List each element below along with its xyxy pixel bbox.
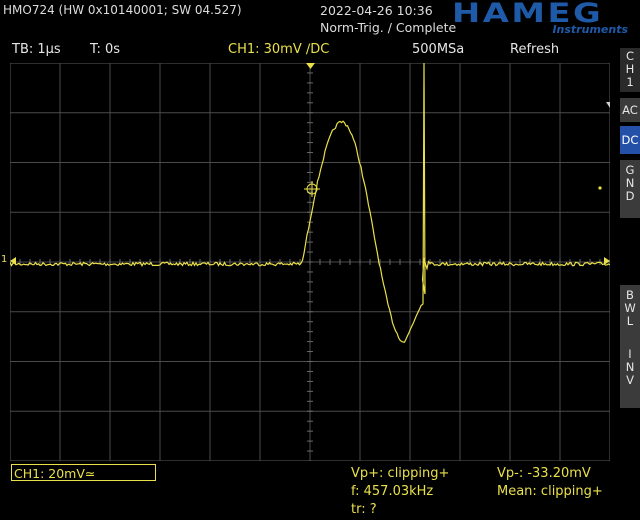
cursor-dot [598,186,602,190]
channel-scale-box[interactable]: CH1: 20mV≃ [11,464,156,481]
acquisition-mode-label[interactable]: Refresh [510,42,559,57]
datetime: 2022-04-26 10:36 [320,3,433,18]
vp-plus-measurement: Vp+: clipping+ [351,466,450,481]
brand-subtitle: Instruments [552,23,628,36]
trigger-status: Norm-Trig. / Complete [320,20,457,35]
inv-letter-v: V [626,373,634,387]
coupling-ac-button[interactable]: AC [620,98,640,122]
gnd-letter-d: D [625,189,635,203]
trigger-time-label[interactable]: T: 0s [90,42,120,57]
channel-setting-label[interactable]: CH1: 30mV ∕DC [228,42,329,57]
bandwidth-limit-button[interactable]: B W L [620,285,640,344]
coupling-dc-button[interactable]: DC [620,126,640,154]
brand-logo: HAMEG Instruments [452,0,632,36]
frequency-measurement: f: 457.03kHz [351,484,434,499]
vp-minus-measurement: Vp-: -33.20mV [497,466,591,481]
bwl-letter-l: L [626,314,634,328]
channel-indicator: C H 1 [620,48,640,92]
rise-time-measurement: tr: ? [351,502,377,517]
timebase-label[interactable]: TB: 1µs [12,42,61,57]
sample-rate-label: 500MSa [412,42,465,57]
mean-measurement: Mean: clipping+ [497,484,603,499]
invert-button[interactable]: I N V [620,344,640,408]
device-info: HMO724 (HW 0x10140001; SW 04.527) [3,3,242,17]
coupling-gnd-button[interactable]: G N D [620,160,640,218]
channel-letter-1: 1 [626,75,634,89]
ground-marker-label: 1 [1,254,8,265]
waveform-display[interactable] [10,63,610,461]
